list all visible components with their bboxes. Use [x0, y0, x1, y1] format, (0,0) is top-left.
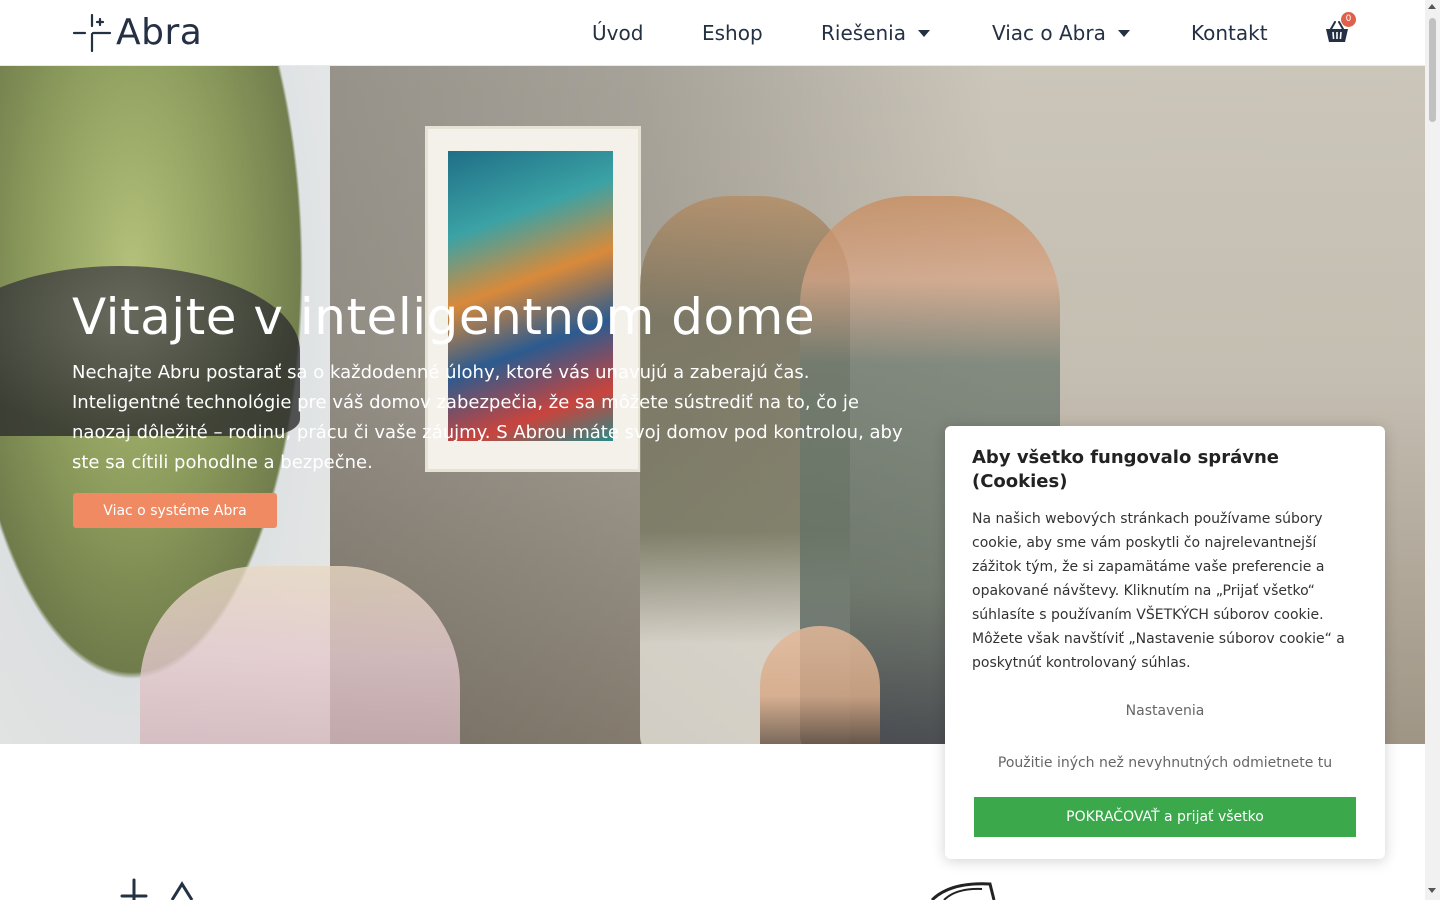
logo-text: Abra [116, 12, 203, 53]
caret-down-icon [917, 29, 930, 37]
cookie-accept-all-button[interactable]: POKRAČOVAŤ a prijať všetko [974, 797, 1356, 837]
hero-description: Nechajte Abru postarať sa o každodenné ú… [72, 362, 903, 473]
nav-label: Riešenia [821, 21, 906, 45]
nav-label: Viac o Abra [992, 21, 1106, 45]
cookie-description: Na našich webových stránkach používame s… [972, 511, 1345, 671]
scroll-up-arrow-icon[interactable] [1428, 4, 1436, 9]
scroll-down-arrow-icon[interactable] [1428, 888, 1436, 893]
site-header: Abra Úvod Eshop Riešenia Viac o Abra Kon… [0, 0, 1425, 66]
nav-label: Úvod [592, 21, 644, 45]
hero-title: Vitajte v inteligentnom dome [72, 288, 816, 346]
hero-image-child [140, 566, 460, 744]
nav-item-uvod[interactable]: Úvod [592, 20, 643, 46]
page-scrollbar[interactable] [1425, 0, 1440, 900]
abra-cross-logo-icon [72, 13, 112, 53]
more-about-abra-button[interactable]: Viac o systéme Abra [73, 493, 277, 528]
nav-label: Kontakt [1191, 21, 1268, 45]
caret-down-icon [1117, 29, 1130, 37]
scrollbar-thumb[interactable] [1429, 18, 1436, 122]
cookie-consent-dialog: Aby všetko fungovalo správne (Cookies) N… [945, 426, 1385, 859]
abra-logo-partial-icon [120, 878, 194, 900]
site-logo[interactable]: Abra [72, 13, 202, 53]
device-image-partial-icon [930, 882, 996, 900]
nav-item-viac-o-abra[interactable]: Viac o Abra [992, 20, 1130, 46]
cookie-title: Aby všetko fungovalo správne (Cookies) [972, 447, 1279, 492]
hero-content: Vitajte v inteligentnom dome Nechajte Ab… [72, 286, 912, 478]
cart-count-badge: 0 [1341, 12, 1356, 27]
cookie-settings-link[interactable]: Nastavenia [945, 703, 1385, 719]
nav-item-eshop[interactable]: Eshop [702, 20, 763, 46]
nav-label: Eshop [702, 21, 763, 45]
hero-image-baby [760, 626, 880, 744]
cookie-reject-link[interactable]: Použitie iných než nevyhnutných odmietne… [945, 755, 1385, 771]
nav-item-riesenia[interactable]: Riešenia [821, 20, 930, 46]
nav-item-kontakt[interactable]: Kontakt [1191, 20, 1268, 46]
